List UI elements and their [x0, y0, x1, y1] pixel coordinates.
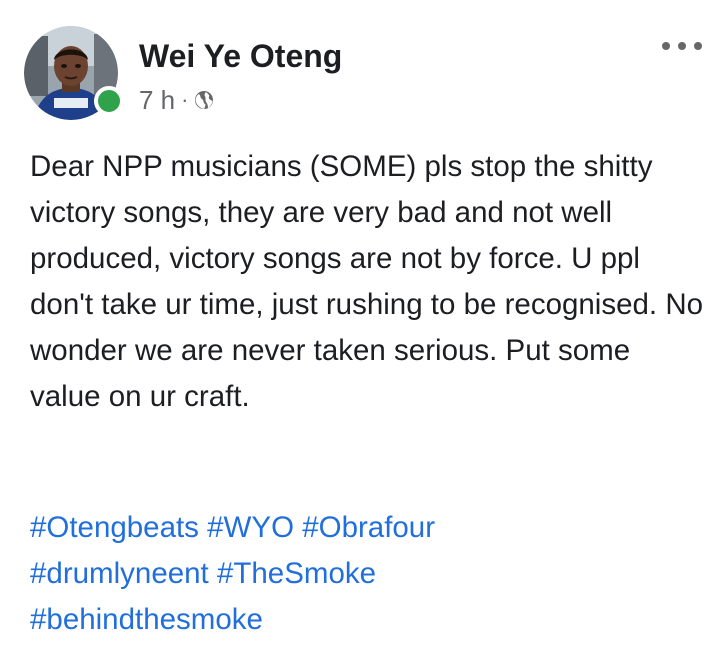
- hashtag-link[interactable]: #drumlyneent: [30, 557, 209, 590]
- ellipsis-dot: [694, 42, 702, 50]
- author-avatar-container[interactable]: [24, 26, 124, 120]
- hashtag-link[interactable]: #TheSmoke: [217, 557, 376, 590]
- hashtag-link[interactable]: #WYO: [207, 511, 294, 544]
- ellipsis-dot: [678, 42, 686, 50]
- post-timestamp[interactable]: 7 h: [139, 85, 175, 116]
- ellipsis-horizontal-icon: [662, 42, 670, 50]
- hashtag-link[interactable]: #Otengbeats: [30, 511, 199, 544]
- author-name[interactable]: Wei Ye Oteng: [139, 38, 342, 75]
- more-options-button[interactable]: [662, 36, 702, 56]
- hashtag-link[interactable]: #Obrafour: [302, 511, 435, 544]
- hashtag-list: #Otengbeats #WYO #Obrafour #drumlyneent …: [30, 505, 706, 643]
- online-status-dot: [94, 86, 124, 116]
- post-meta: 7 h ·: [139, 85, 214, 115]
- hashtag-link[interactable]: #behindthesmoke: [30, 603, 263, 636]
- globe-icon[interactable]: [194, 90, 214, 110]
- meta-separator: ·: [181, 87, 189, 112]
- facebook-post: Wei Ye Oteng 7 h · Dear NPP musicians (S…: [0, 0, 720, 661]
- post-text: Dear NPP musicians (SOME) pls stop the s…: [30, 150, 704, 413]
